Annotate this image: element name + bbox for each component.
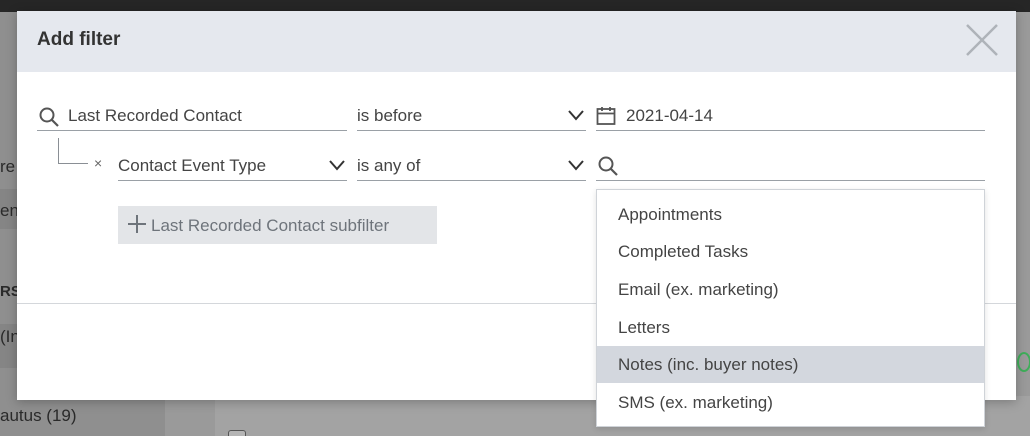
option-label: Appointments (618, 205, 722, 224)
subfilter-field-select[interactable]: Contact Event Type (118, 151, 347, 181)
background-sidebar-text: re (0, 157, 16, 176)
background-sidebar-text: autus (19) (0, 406, 77, 425)
background-row-checkbox (228, 430, 246, 436)
dropdown-option-highlighted[interactable]: Notes (inc. buyer notes) (597, 346, 984, 383)
operator-value: is before (357, 106, 423, 125)
chevron-down-icon (329, 160, 345, 171)
filter-field-value: Last Recorded Contact (68, 106, 242, 125)
subfilter-operator-value: is any of (357, 156, 421, 175)
search-icon (598, 156, 618, 176)
date-input[interactable]: 2021-04-14 (596, 101, 985, 131)
filter-field-input[interactable]: Last Recorded Contact (37, 101, 347, 131)
search-icon (39, 107, 59, 127)
modal-title: Add filter (37, 29, 121, 50)
background-phone-icon (1017, 352, 1030, 372)
option-label: Email (ex. marketing) (618, 280, 779, 299)
option-label: Completed Tasks (618, 242, 749, 261)
plus-icon (128, 215, 146, 233)
option-label: Notes (inc. buyer notes) (618, 355, 799, 374)
dropdown-option[interactable]: Letters (597, 309, 984, 346)
close-button[interactable] (964, 22, 1000, 58)
chevron-down-icon (568, 110, 584, 121)
subfilter-field-value: Contact Event Type (118, 156, 267, 175)
chevron-down-icon (568, 160, 584, 171)
operator-select[interactable]: is before (357, 101, 586, 131)
subfilter-value-search-input[interactable] (596, 151, 985, 181)
add-subfilter-button[interactable]: Last Recorded Contact subfilter (118, 206, 437, 244)
modal-header: Add filter (17, 11, 1016, 72)
options-dropdown: Appointments Completed Tasks Email (ex. … (596, 189, 985, 427)
close-icon (966, 24, 998, 56)
dropdown-option[interactable]: Appointments (597, 196, 984, 233)
dropdown-option[interactable]: SMS (ex. marketing) (597, 384, 984, 421)
dropdown-option[interactable]: Completed Tasks (597, 233, 984, 270)
subfilter-operator-select[interactable]: is any of (357, 151, 586, 181)
dropdown-option[interactable]: Email (ex. marketing) (597, 271, 984, 308)
option-label: Letters (618, 318, 670, 337)
add-subfilter-label: Last Recorded Contact subfilter (151, 216, 390, 235)
remove-subfilter-button[interactable]: × (94, 155, 102, 171)
subfilter-connector (58, 138, 88, 164)
calendar-icon (596, 107, 616, 125)
option-label: SMS (ex. marketing) (618, 393, 773, 412)
date-value: 2021-04-14 (626, 106, 713, 125)
